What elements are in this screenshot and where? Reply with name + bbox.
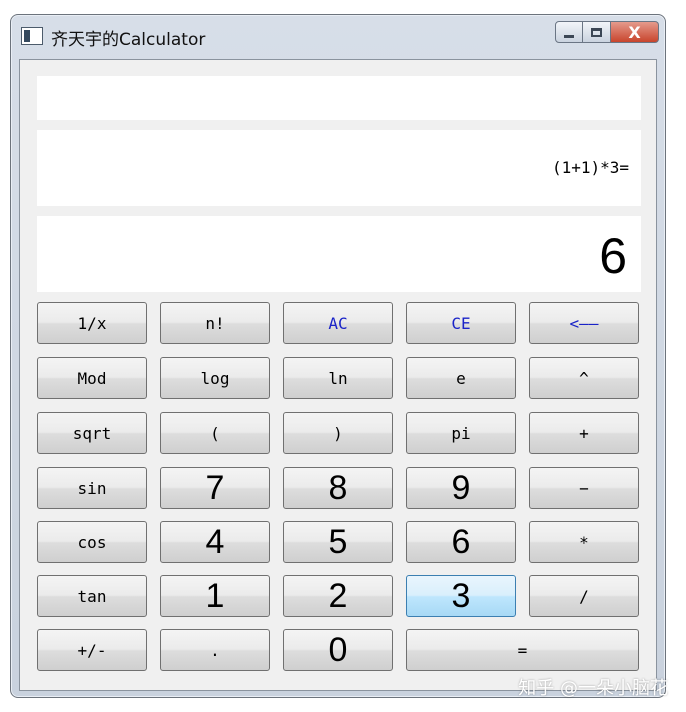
right-paren-button[interactable]: ) (283, 412, 393, 454)
digit-9-button[interactable]: 9 (406, 467, 516, 509)
factorial-button[interactable]: n! (160, 302, 270, 344)
calculator-body: (1+1)*3= 6 1/x n! AC CE <—— Mod log ln e… (19, 59, 657, 691)
negate-button[interactable]: +/- (37, 629, 147, 671)
digit-5-button[interactable]: 5 (283, 521, 393, 563)
result-display: 6 (37, 216, 641, 292)
window-controls: X (555, 21, 659, 45)
pi-button[interactable]: pi (406, 412, 516, 454)
mod-button[interactable]: Mod (37, 357, 147, 399)
e-button[interactable]: e (406, 357, 516, 399)
calculator-window: 齐天宇的Calculator X (1+1)*3= 6 1/x n! AC CE… (10, 14, 666, 698)
digit-3-button[interactable]: 3 (406, 575, 516, 617)
minimize-icon (564, 34, 574, 38)
watermark: 知乎 @一朵小脑花 (518, 678, 668, 699)
digit-2-button[interactable]: 2 (283, 575, 393, 617)
sqrt-button[interactable]: sqrt (37, 412, 147, 454)
backspace-button[interactable]: <—— (529, 302, 639, 344)
digit-0-button[interactable]: 0 (283, 629, 393, 671)
multiply-button[interactable]: * (529, 521, 639, 563)
divide-button[interactable]: / (529, 575, 639, 617)
equals-button[interactable]: = (406, 629, 639, 671)
digit-8-button[interactable]: 8 (283, 467, 393, 509)
digit-7-button[interactable]: 7 (160, 467, 270, 509)
title-bar[interactable]: 齐天宇的Calculator X (11, 15, 665, 59)
sin-button[interactable]: sin (37, 467, 147, 509)
all-clear-button[interactable]: AC (283, 302, 393, 344)
expression-display: (1+1)*3= (37, 130, 641, 206)
ln-button[interactable]: ln (283, 357, 393, 399)
digit-1-button[interactable]: 1 (160, 575, 270, 617)
power-button[interactable]: ^ (529, 357, 639, 399)
log-button[interactable]: log (160, 357, 270, 399)
clear-entry-button[interactable]: CE (406, 302, 516, 344)
window-title: 齐天宇的Calculator (51, 30, 206, 50)
maximize-button[interactable] (583, 21, 611, 43)
digit-4-button[interactable]: 4 (160, 521, 270, 563)
minus-button[interactable]: − (529, 467, 639, 509)
plus-button[interactable]: + (529, 412, 639, 454)
minimize-button[interactable] (555, 21, 583, 43)
reciprocal-button[interactable]: 1/x (37, 302, 147, 344)
cos-button[interactable]: cos (37, 521, 147, 563)
decimal-button[interactable]: . (160, 629, 270, 671)
history-display (37, 76, 641, 120)
close-button[interactable]: X (611, 21, 659, 43)
close-icon: X (628, 22, 641, 42)
left-paren-button[interactable]: ( (160, 412, 270, 454)
digit-6-button[interactable]: 6 (406, 521, 516, 563)
tan-button[interactable]: tan (37, 575, 147, 617)
app-icon (21, 27, 43, 45)
maximize-icon (591, 27, 602, 37)
